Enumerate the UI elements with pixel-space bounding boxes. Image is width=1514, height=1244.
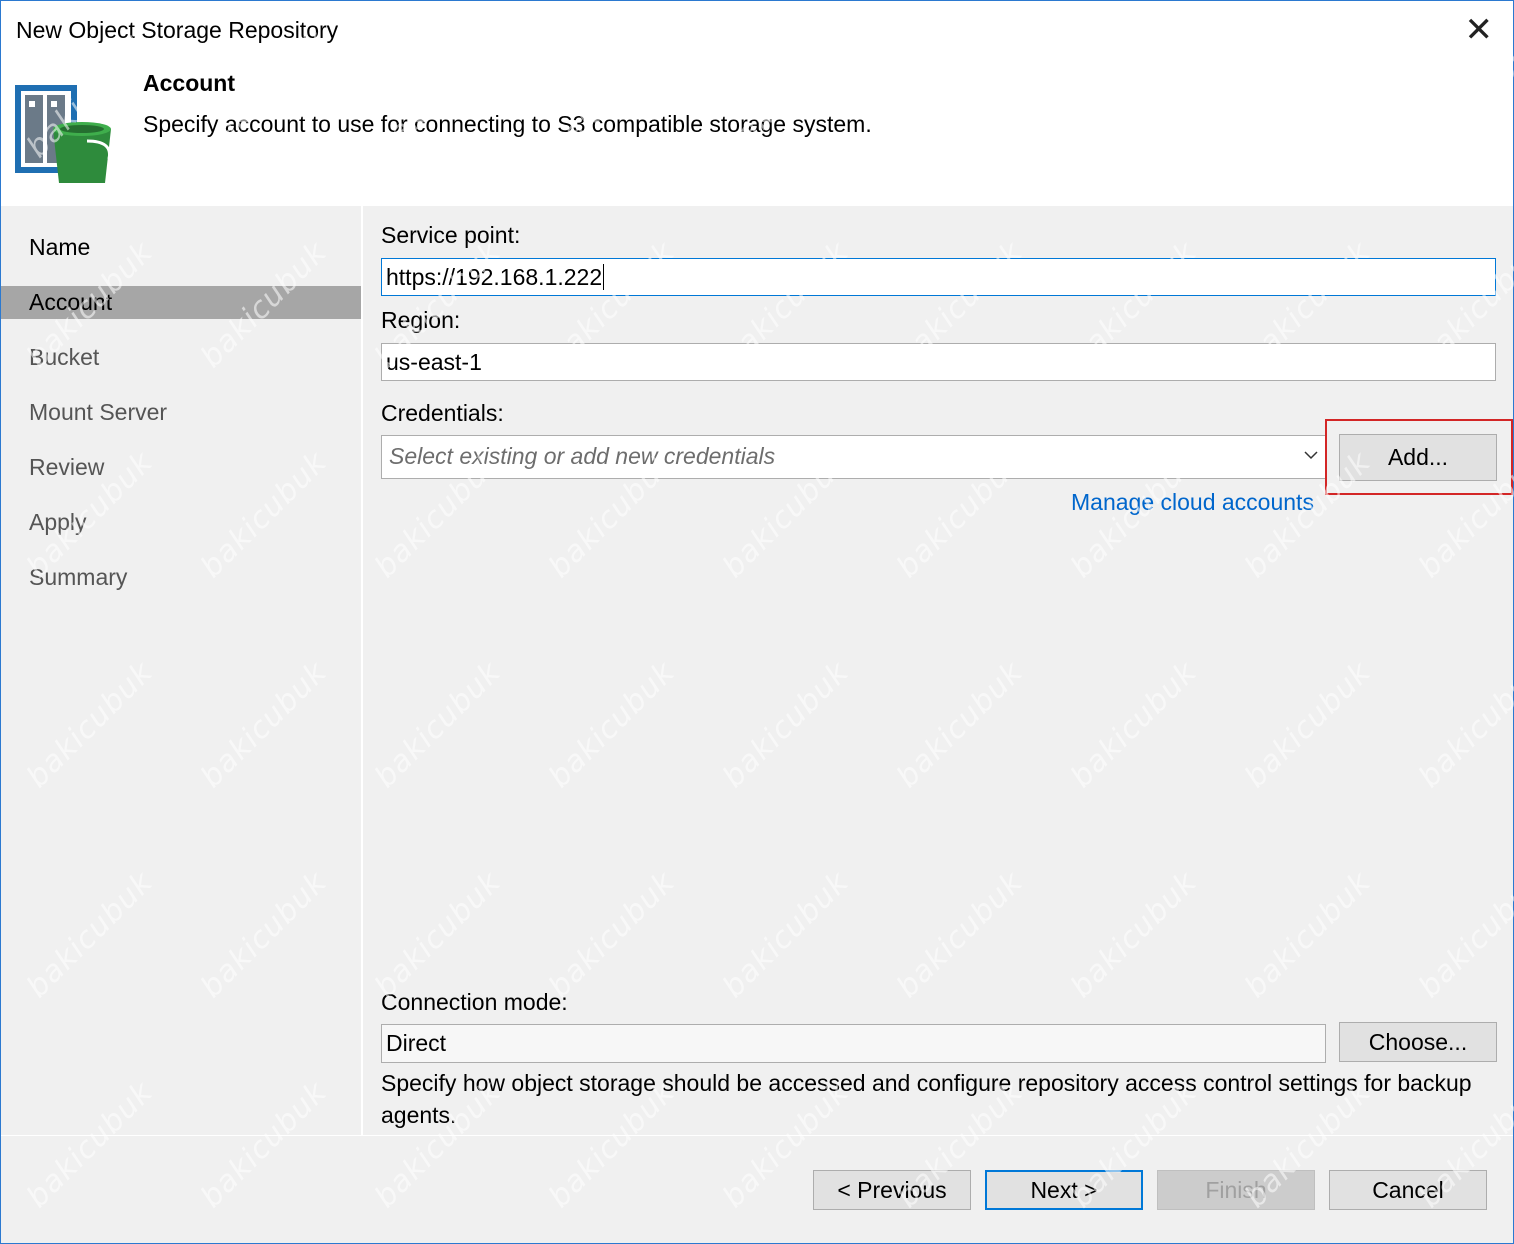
choose-connection-mode-button[interactable]: Choose... — [1339, 1022, 1497, 1062]
service-point-input[interactable]: https://192.168.1.222 — [381, 258, 1496, 296]
add-credentials-button[interactable]: Add... — [1339, 434, 1497, 481]
credentials-select[interactable]: Select existing or add new credentials — [381, 435, 1327, 479]
service-point-value: https://192.168.1.222 — [386, 264, 603, 290]
sidebar-item-review[interactable]: Review — [1, 451, 361, 484]
chevron-down-icon — [1304, 451, 1318, 460]
credentials-placeholder: Select existing or add new credentials — [389, 443, 776, 469]
account-form: Service point: https://192.168.1.222 Reg… — [363, 206, 1513, 1135]
close-icon[interactable]: ✕ — [1465, 13, 1494, 47]
wizard-footer: < Previous Next > Finish Cancel — [1, 1135, 1513, 1243]
credentials-label: Credentials: — [381, 400, 504, 426]
object-storage-logo-icon — [15, 85, 112, 183]
wizard-window: New Object Storage Repository ✕ Account … — [0, 0, 1514, 1244]
sidebar-item-account[interactable]: Account — [1, 286, 361, 319]
connection-mode-label: Connection mode: — [381, 989, 568, 1015]
sidebar-item-name[interactable]: Name — [1, 231, 361, 264]
sidebar-item-mount-server[interactable]: Mount Server — [1, 396, 361, 429]
wizard-header: New Object Storage Repository ✕ Account … — [1, 1, 1513, 206]
window-title: New Object Storage Repository — [16, 17, 339, 43]
step-title: Account — [143, 70, 235, 96]
wizard-steps-sidebar: Name Account Bucket Mount Server Review … — [1, 206, 363, 1135]
cancel-button[interactable]: Cancel — [1329, 1170, 1487, 1210]
region-input[interactable]: us-east-1 — [381, 343, 1496, 381]
sidebar-item-apply[interactable]: Apply — [1, 506, 361, 539]
sidebar-item-summary[interactable]: Summary — [1, 561, 361, 594]
connection-mode-help-text: Specify how object storage should be acc… — [381, 1070, 1472, 1128]
next-button[interactable]: Next > — [985, 1170, 1143, 1210]
step-description: Specify account to use for connecting to… — [143, 111, 872, 137]
finish-button: Finish — [1157, 1170, 1315, 1210]
connection-mode-field: Direct — [381, 1024, 1326, 1063]
service-point-label: Service point: — [381, 222, 521, 248]
manage-cloud-accounts-link[interactable]: Manage cloud accounts — [1071, 489, 1314, 516]
previous-button[interactable]: < Previous — [813, 1170, 971, 1210]
sidebar-item-bucket[interactable]: Bucket — [1, 341, 361, 374]
region-label: Region: — [381, 307, 461, 333]
